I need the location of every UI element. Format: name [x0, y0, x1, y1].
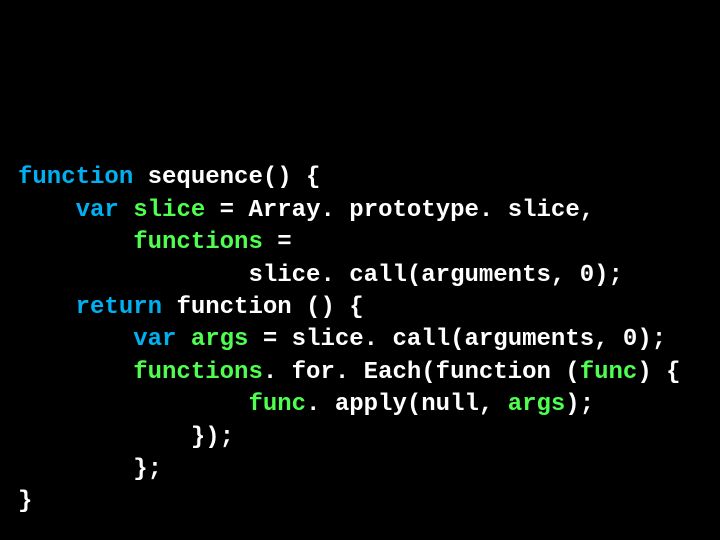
var-args: args — [191, 326, 249, 353]
keyword-var: var — [76, 197, 119, 224]
line-2: var slice = Array. prototype. slice, — [18, 197, 594, 224]
line-3: functions = — [18, 229, 306, 256]
keyword-function: function — [18, 164, 133, 191]
keyword-var: var — [133, 326, 176, 353]
line-6: var args = slice. call(arguments, 0); — [18, 326, 666, 353]
var-slice: slice — [133, 197, 205, 224]
var-args: args — [508, 391, 566, 418]
var-functions: functions — [133, 229, 263, 256]
line-10: }; — [18, 456, 162, 483]
var-func: func — [580, 359, 638, 386]
line-5: return function () { — [18, 294, 364, 321]
line-11: } — [18, 488, 32, 515]
line-1: function sequence() { — [18, 164, 320, 191]
function-name: sequence — [148, 164, 263, 191]
line-7: functions. for. Each(function (func) { — [18, 359, 681, 386]
keyword-return: return — [76, 294, 162, 321]
line-8: func. apply(null, args); — [18, 391, 594, 418]
line-9: }); — [18, 424, 234, 451]
code-block: function sequence() { var slice = Array.… — [18, 130, 681, 519]
var-functions: functions — [133, 359, 263, 386]
line-4: slice. call(arguments, 0); — [18, 262, 623, 289]
var-func: func — [248, 391, 306, 418]
